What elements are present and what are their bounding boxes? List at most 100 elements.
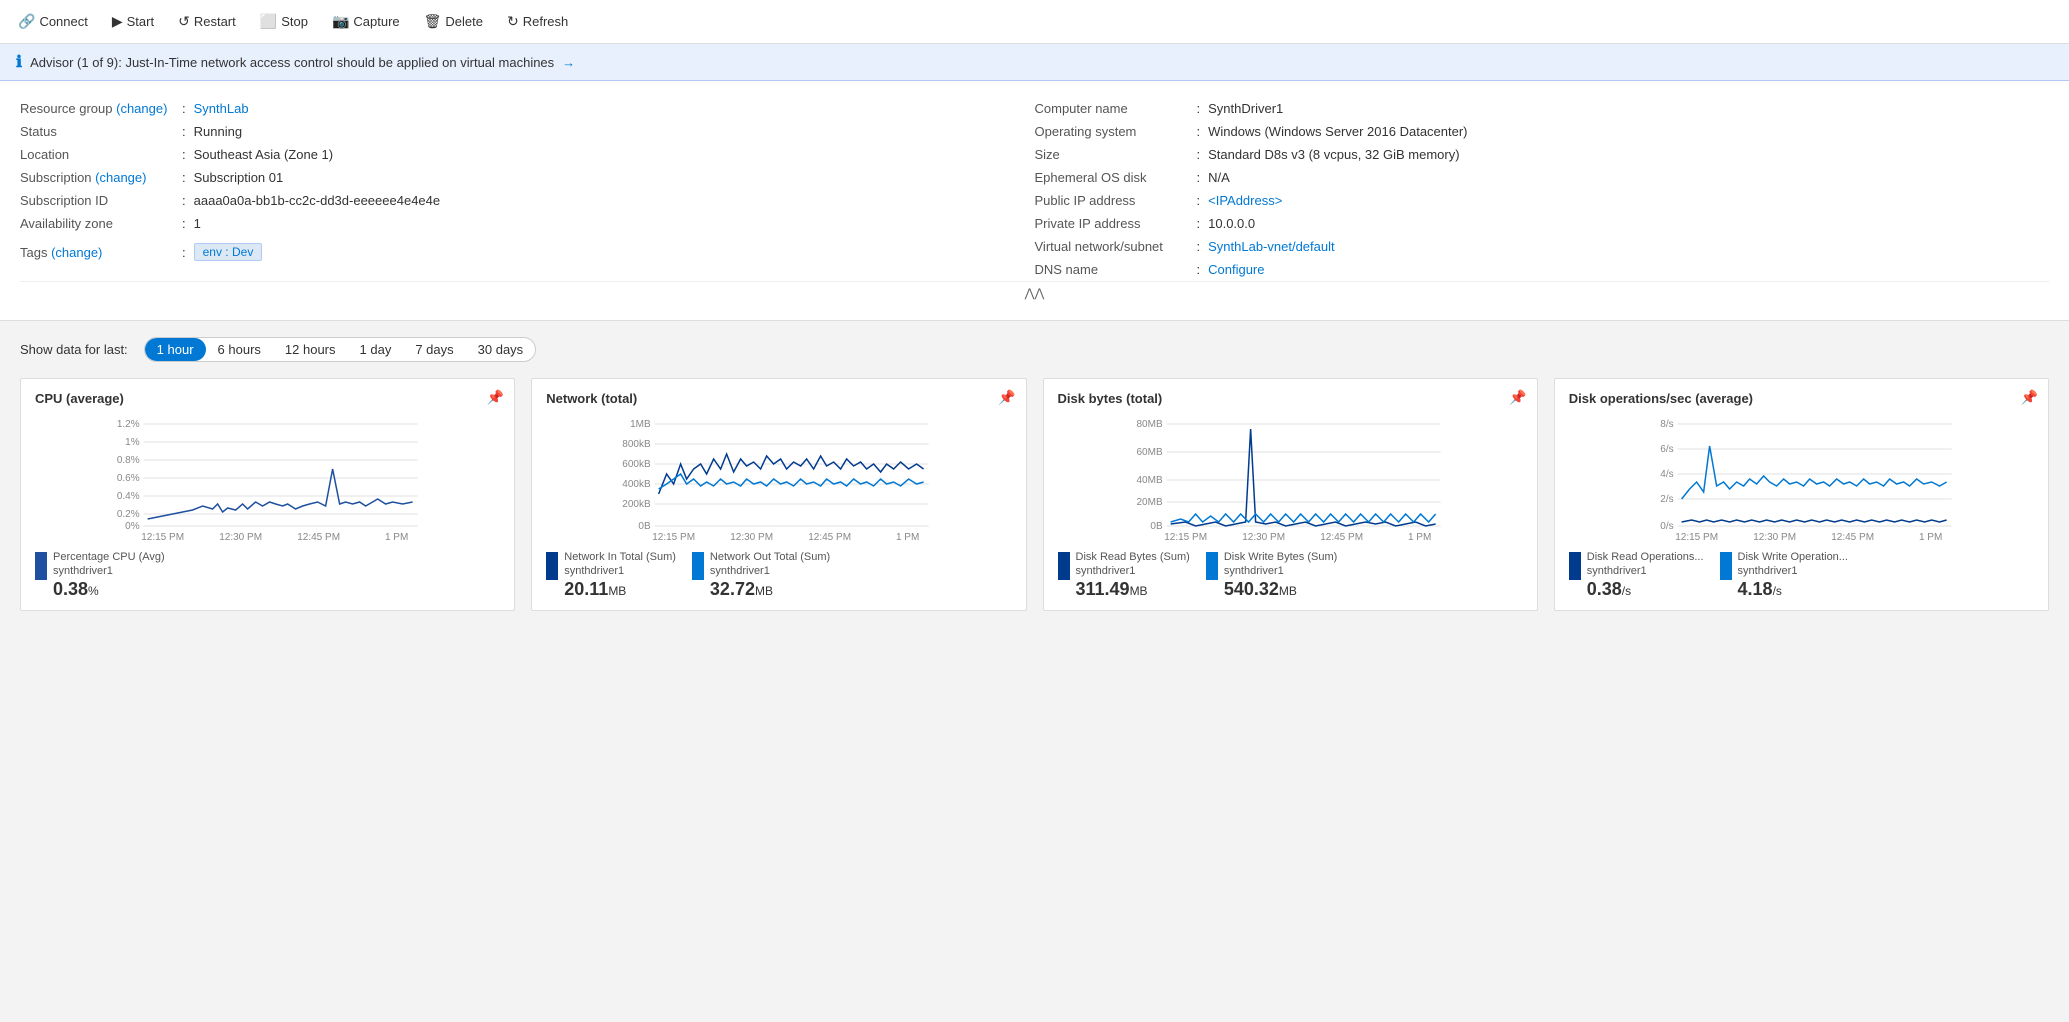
cpu-chart-title: CPU (average) bbox=[35, 391, 500, 406]
info-row-location: Location : Southeast Asia (Zone 1) bbox=[20, 143, 1015, 166]
info-row-private-ip: Private IP address : 10.0.0.0 bbox=[1035, 212, 2030, 235]
svg-text:0%: 0% bbox=[125, 521, 140, 532]
subscription-change-link[interactable]: (change) bbox=[95, 170, 146, 185]
refresh-button[interactable]: ↻ Refresh bbox=[497, 9, 578, 34]
legend-item: Percentage CPU (Avg)synthdriver1 0.38% bbox=[35, 550, 165, 600]
svg-text:400kB: 400kB bbox=[623, 479, 652, 490]
time-filter: 1 hour 6 hours 12 hours 1 day 7 days 30 … bbox=[144, 337, 537, 362]
info-row-availability-zone: Availability zone : 1 bbox=[20, 212, 1015, 235]
svg-text:1 PM: 1 PM bbox=[1919, 532, 1942, 543]
charts-section: Show data for last: 1 hour 6 hours 12 ho… bbox=[0, 321, 2069, 627]
svg-text:1 PM: 1 PM bbox=[385, 532, 408, 543]
computer-name-value: SynthDriver1 bbox=[1208, 101, 1283, 116]
svg-text:12:30 PM: 12:30 PM bbox=[219, 532, 262, 543]
cpu-chart-svg: 1.2% 1% 0.8% 0.6% 0.4% 0.2% 0% 12:15 PM … bbox=[35, 414, 500, 544]
availability-zone-value: 1 bbox=[194, 216, 201, 231]
svg-text:1 PM: 1 PM bbox=[896, 532, 919, 543]
tag-badge: env : Dev bbox=[194, 243, 263, 261]
disk-bytes-chart-title: Disk bytes (total) bbox=[1058, 391, 1523, 406]
public-ip-link[interactable]: <IPAddress> bbox=[1208, 193, 1282, 208]
network-chart-svg: 1MB 800kB 600kB 400kB 200kB 0B 12:15 PM … bbox=[546, 414, 1011, 544]
status-value: Running bbox=[194, 124, 242, 139]
svg-text:0.8%: 0.8% bbox=[117, 455, 140, 466]
info-row-dns: DNS name : Configure bbox=[1035, 258, 2030, 281]
delete-icon: 🗑 bbox=[424, 13, 442, 30]
time-btn-1hour[interactable]: 1 hour bbox=[145, 338, 206, 361]
svg-text:2/s: 2/s bbox=[1660, 494, 1673, 505]
pin-icon[interactable]: 📌 bbox=[1509, 389, 1526, 406]
disk-ops-chart-card: Disk operations/sec (average) 📌 8/s 6/s … bbox=[1554, 378, 2049, 611]
disk-ops-chart-title: Disk operations/sec (average) bbox=[1569, 391, 2034, 406]
collapse-button[interactable]: ⋀⋀ bbox=[20, 281, 2049, 304]
svg-text:12:45 PM: 12:45 PM bbox=[1320, 532, 1363, 543]
legend-color-netout bbox=[692, 552, 704, 580]
start-button[interactable]: ▶ Start bbox=[102, 9, 164, 34]
svg-text:80MB: 80MB bbox=[1136, 419, 1162, 430]
private-ip-value: 10.0.0.0 bbox=[1208, 216, 1255, 231]
svg-text:0B: 0B bbox=[639, 521, 652, 532]
resource-group-change-link[interactable]: (change) bbox=[116, 101, 167, 116]
connect-button[interactable]: 🔗 Connect bbox=[8, 9, 98, 34]
refresh-icon: ↻ bbox=[507, 13, 519, 30]
restart-button[interactable]: ↺ Restart bbox=[168, 9, 246, 34]
svg-text:12:45 PM: 12:45 PM bbox=[1831, 532, 1874, 543]
size-value: Standard D8s v3 (8 vcpus, 32 GiB memory) bbox=[1208, 147, 1459, 162]
info-row-subscription: Subscription (change) : Subscription 01 bbox=[20, 166, 1015, 189]
network-chart-area: 1MB 800kB 600kB 400kB 200kB 0B 12:15 PM … bbox=[546, 414, 1011, 544]
svg-text:0/s: 0/s bbox=[1660, 521, 1673, 532]
svg-text:1MB: 1MB bbox=[630, 419, 651, 430]
info-row-size: Size : Standard D8s v3 (8 vcpus, 32 GiB … bbox=[1035, 143, 2030, 166]
time-btn-12hours[interactable]: 12 hours bbox=[273, 338, 348, 361]
svg-text:12:15 PM: 12:15 PM bbox=[1164, 532, 1207, 543]
subscription-value: Subscription 01 bbox=[194, 170, 284, 185]
subscription-id-value: aaaa0a0a-bb1b-cc2c-dd3d-eeeeee4e4e4e bbox=[194, 193, 441, 208]
disk-ops-chart-svg: 8/s 6/s 4/s 2/s 0/s 12:15 PM 12:30 PM 12… bbox=[1569, 414, 2034, 544]
legend-item-diskwrite: Disk Write Bytes (Sum)synthdriver1 540.3… bbox=[1206, 550, 1337, 600]
cpu-chart-legend: Percentage CPU (Avg)synthdriver1 0.38% bbox=[35, 550, 500, 600]
info-left: Resource group (change) : SynthLab Statu… bbox=[20, 97, 1035, 281]
svg-text:0B: 0B bbox=[1150, 521, 1163, 532]
svg-text:12:15 PM: 12:15 PM bbox=[652, 532, 695, 543]
svg-text:12:45 PM: 12:45 PM bbox=[808, 532, 851, 543]
stop-icon: ⬜ bbox=[260, 13, 277, 30]
resource-group-value[interactable]: SynthLab bbox=[194, 101, 249, 116]
disk-bytes-chart-svg: 80MB 60MB 40MB 20MB 0B 12:15 PM 12:30 PM… bbox=[1058, 414, 1523, 544]
network-chart-legend: Network In Total (Sum)synthdriver1 20.11… bbox=[546, 550, 1011, 600]
svg-text:0.2%: 0.2% bbox=[117, 509, 140, 520]
os-value: Windows (Windows Server 2016 Datacenter) bbox=[1208, 124, 1467, 139]
collapse-icon: ⋀⋀ bbox=[1025, 286, 1045, 300]
time-btn-7days[interactable]: 7 days bbox=[403, 338, 465, 361]
connect-icon: 🔗 bbox=[18, 13, 35, 30]
svg-text:0.4%: 0.4% bbox=[117, 491, 140, 502]
svg-text:12:30 PM: 12:30 PM bbox=[1242, 532, 1285, 543]
capture-button[interactable]: 📷 Capture bbox=[322, 9, 410, 34]
capture-icon: 📷 bbox=[332, 13, 349, 30]
network-chart-card: Network (total) 📌 1MB 800kB 600kB 400kB … bbox=[531, 378, 1026, 611]
vnet-link[interactable]: SynthLab-vnet/default bbox=[1208, 239, 1334, 254]
legend-item-diskwriteops: Disk Write Operation...synthdriver1 4.18… bbox=[1720, 550, 1848, 600]
svg-text:1%: 1% bbox=[125, 437, 140, 448]
advisor-link[interactable]: → bbox=[562, 55, 575, 70]
advisor-banner: ℹ Advisor (1 of 9): Just-In-Time network… bbox=[0, 44, 2069, 81]
pin-icon[interactable]: 📌 bbox=[2021, 389, 2038, 406]
svg-text:40MB: 40MB bbox=[1136, 475, 1162, 486]
legend-color-diskread bbox=[1058, 552, 1070, 580]
start-icon: ▶ bbox=[112, 13, 123, 30]
time-btn-30days[interactable]: 30 days bbox=[466, 338, 536, 361]
time-btn-6hours[interactable]: 6 hours bbox=[206, 338, 273, 361]
stop-button[interactable]: ⬜ Stop bbox=[250, 9, 318, 34]
time-btn-1day[interactable]: 1 day bbox=[348, 338, 404, 361]
svg-text:12:45 PM: 12:45 PM bbox=[297, 532, 340, 543]
delete-button[interactable]: 🗑 Delete bbox=[414, 9, 493, 34]
pin-icon[interactable]: 📌 bbox=[998, 389, 1015, 406]
info-row-vnet: Virtual network/subnet : SynthLab-vnet/d… bbox=[1035, 235, 2030, 258]
dns-link[interactable]: Configure bbox=[1208, 262, 1264, 277]
info-icon: ℹ bbox=[16, 52, 22, 72]
svg-text:60MB: 60MB bbox=[1136, 447, 1162, 458]
info-row-computer-name: Computer name : SynthDriver1 bbox=[1035, 97, 2030, 120]
legend-item-netin: Network In Total (Sum)synthdriver1 20.11… bbox=[546, 550, 676, 600]
tags-change-link[interactable]: (change) bbox=[51, 245, 102, 260]
pin-icon[interactable]: 📌 bbox=[487, 389, 504, 406]
legend-color-diskwriteops bbox=[1720, 552, 1732, 580]
svg-text:6/s: 6/s bbox=[1660, 444, 1673, 455]
